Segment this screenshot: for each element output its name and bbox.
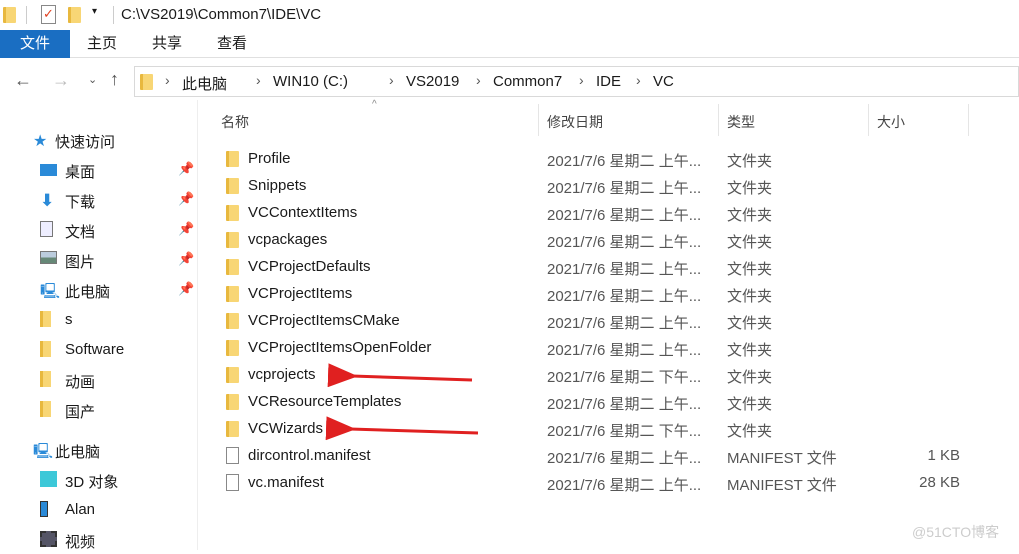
annotation-layer [325,363,479,441]
red-arrow-vcprojects [327,363,473,388]
watermark: @51CTO博客 [912,524,1000,540]
red-arrow-vcwizards [325,416,479,441]
